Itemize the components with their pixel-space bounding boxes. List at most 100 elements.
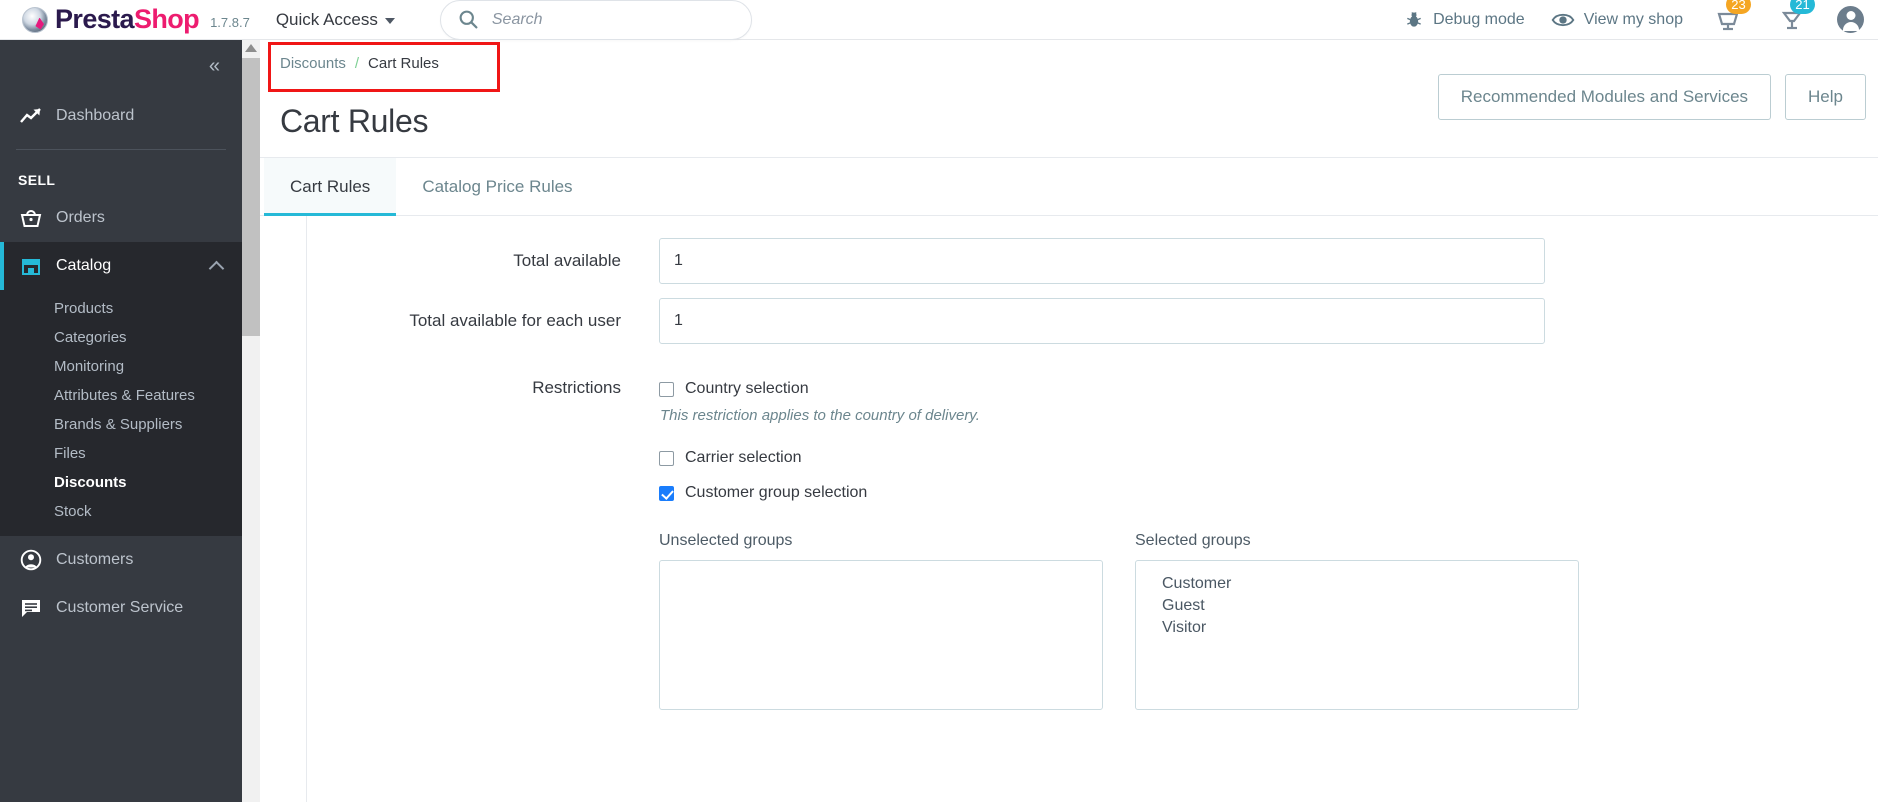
page-title: Cart Rules (280, 103, 429, 140)
orders-basket-icon (18, 208, 44, 228)
brand-presta-text: Presta (55, 4, 135, 34)
list-item[interactable]: Guest (1136, 595, 1578, 617)
top-header: PrestaShop 1.7.8.7 Quick Access Search D… (0, 0, 1878, 40)
view-my-shop-label: View my shop (1583, 10, 1683, 28)
brand-shop-text: Shop (133, 4, 200, 34)
eye-icon (1551, 13, 1575, 26)
total-available-input[interactable] (659, 238, 1545, 284)
sidebar-item-files[interactable]: Files (0, 439, 242, 468)
dashboard-trend-icon (18, 107, 44, 125)
carrier-selection-checkbox[interactable] (659, 450, 674, 466)
main-content: Discounts / Cart Rules Cart Rules Discou… (260, 40, 1878, 802)
catalog-submenu: Products Categories Monitoring Attribute… (0, 290, 242, 536)
chevron-up-icon (208, 260, 225, 276)
unselected-groups-title: Unselected groups (659, 532, 793, 549)
user-account-button[interactable] (1837, 6, 1864, 33)
selected-groups-title: Selected groups (1135, 532, 1251, 549)
list-item[interactable]: Customer (1136, 573, 1578, 595)
search-box[interactable] (439, 0, 752, 40)
breadcrumb-highlight-parent[interactable]: Discounts (280, 55, 346, 72)
debug-mode-label: Debug mode (1433, 10, 1525, 28)
customers-person-icon (18, 549, 44, 571)
sidebar-item-customer-service[interactable]: Customer Service (0, 584, 242, 632)
label-restrictions: Restrictions (532, 378, 621, 397)
page-header-actions: Recommended Modules and Services Help (1437, 74, 1866, 120)
page-header: Discounts / Cart Rules Cart Rules Discou… (260, 40, 1878, 158)
country-selection-row[interactable]: Country selection (659, 380, 1818, 398)
label-total-available-each-user: Total available for each user (409, 311, 621, 330)
customer-group-selection-checkbox[interactable] (659, 485, 674, 501)
carrier-selection-row[interactable]: Carrier selection (659, 449, 1818, 467)
scroll-up-arrow-icon[interactable] (245, 44, 257, 52)
sidebar-item-orders[interactable]: Orders (0, 194, 242, 242)
customers-notifications-button[interactable]: 21 (1773, 0, 1815, 32)
version-label: 1.7.8.7 (210, 14, 250, 30)
catalog-store-icon (18, 256, 44, 276)
sidebar-section-sell: SELL (18, 172, 56, 188)
tab-catalog-price-rules[interactable]: Catalog Price Rules (396, 158, 598, 215)
sidebar-item-brands-suppliers[interactable]: Brands & Suppliers (0, 410, 242, 439)
sidebar-item-products[interactable]: Products (0, 294, 242, 323)
sidebar-item-stock[interactable]: Stock (0, 497, 242, 526)
prestashop-mascot-icon (22, 6, 48, 33)
search-input[interactable] (489, 9, 710, 30)
breadcrumb-highlighted: Discounts / Cart Rules (280, 55, 439, 72)
orders-notifications-button[interactable]: 23 (1709, 0, 1751, 32)
sidebar-item-monitoring[interactable]: Monitoring (0, 352, 242, 381)
sidebar-item-label-customers: Customers (56, 551, 134, 568)
country-selection-label: Country selection (685, 380, 809, 397)
brand-wordmark: PrestaShop (55, 4, 200, 34)
view-my-shop-button[interactable]: View my shop (1551, 10, 1683, 30)
tab-cart-rules[interactable]: Cart Rules (264, 158, 397, 216)
sidebar-scrollbar[interactable] (242, 40, 260, 802)
customer-group-selection-label: Customer group selection (685, 484, 868, 501)
breadcrumb-highlight-separator: / (354, 55, 360, 72)
sidebar-item-label-catalog: Catalog (56, 257, 112, 274)
header-right-tools: Debug mode View my shop 23 21 (1378, 0, 1878, 39)
sidebar-item-dashboard[interactable]: Dashboard (0, 92, 242, 140)
selected-groups-listbox[interactable]: Customer Guest Visitor (1135, 560, 1579, 710)
customer-service-chat-icon (18, 598, 44, 618)
form-row-restrictions: Restrictions Country selection This rest… (307, 376, 1878, 710)
customers-badge-count: 21 (1790, 0, 1815, 14)
customer-group-selection-row[interactable]: Customer group selection (659, 484, 1818, 502)
group-dual-list: Unselected groups Selected groups Custom… (659, 532, 1818, 710)
help-button[interactable]: Help (1785, 74, 1866, 120)
unselected-groups-listbox[interactable] (659, 560, 1103, 710)
sidebar-item-attributes-features[interactable]: Attributes & Features (0, 381, 242, 410)
list-item[interactable]: Visitor (1136, 617, 1578, 639)
country-selection-help: This restriction applies to the country … (660, 407, 980, 424)
quick-access-label: Quick Access (275, 9, 378, 29)
avatar (1837, 6, 1864, 33)
sidebar-item-discounts[interactable]: Discounts (0, 468, 242, 497)
page-tabs: Cart Rules Catalog Price Rules (260, 158, 1878, 216)
sidebar-item-label-customer-service: Customer Service (56, 599, 184, 616)
selected-groups-column: Selected groups Customer Guest Visitor (1135, 532, 1579, 710)
sidebar-item-categories[interactable]: Categories (0, 323, 242, 352)
orders-badge-count: 23 (1726, 0, 1751, 14)
carrier-selection-label: Carrier selection (685, 449, 802, 466)
search-icon (459, 10, 478, 29)
scrollbar-thumb[interactable] (242, 58, 260, 336)
form-row-total-available-each-user: Total available for each user (307, 298, 1878, 344)
sidebar-item-label-dashboard: Dashboard (56, 107, 135, 124)
unselected-groups-column: Unselected groups (659, 532, 1103, 710)
cart-rule-form: Total available Total available for each… (306, 216, 1878, 802)
label-total-available: Total available (513, 251, 621, 270)
sidebar-item-customers[interactable]: Customers (0, 536, 242, 584)
collapse-chevrons-icon: « (208, 54, 220, 77)
collapse-sidebar-button[interactable]: « (0, 40, 242, 92)
country-selection-checkbox[interactable] (659, 381, 674, 397)
main-sidebar: « Dashboard SELL Orders Catalog Products… (0, 40, 242, 802)
debug-mode-button[interactable]: Debug mode (1404, 10, 1525, 30)
quick-access-dropdown[interactable]: Quick Access (276, 10, 395, 30)
breadcrumb-highlight-current: Cart Rules (368, 55, 439, 72)
form-row-total-available: Total available (307, 238, 1878, 284)
bug-icon (1407, 11, 1421, 27)
sidebar-item-label-orders: Orders (56, 209, 105, 226)
sidebar-item-catalog[interactable]: Catalog (0, 242, 242, 290)
recommended-modules-button[interactable]: Recommended Modules and Services (1437, 74, 1772, 120)
prestashop-logo[interactable]: PrestaShop 1.7.8.7 (22, 6, 250, 33)
total-available-each-user-input[interactable] (659, 298, 1545, 344)
chevron-down-icon (384, 18, 395, 24)
